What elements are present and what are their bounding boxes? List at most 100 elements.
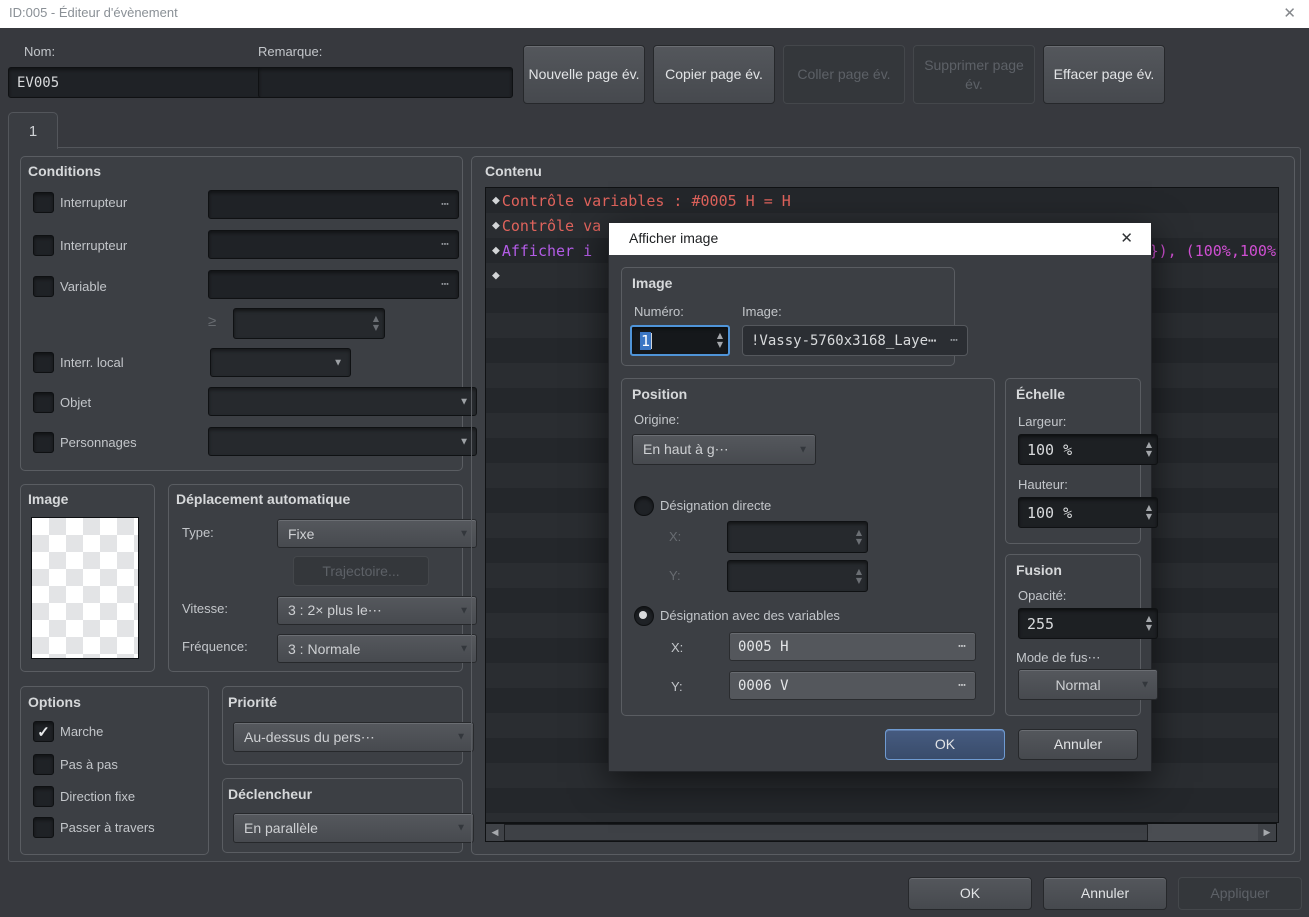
dropdown-icon: ▼: [798, 444, 808, 455]
dialog-close-icon[interactable]: ✕: [1120, 229, 1133, 247]
dialog-cancel-button[interactable]: Annuler: [1018, 729, 1138, 760]
option-stepping-checkbox[interactable]: [33, 754, 54, 775]
dialog-blend-title: Fusion: [1016, 562, 1062, 578]
options-title: Options: [28, 694, 81, 710]
priority-select[interactable]: Au-dessus du pers⋯▼: [233, 722, 474, 752]
name-input[interactable]: EV005: [8, 67, 263, 98]
scale-width-spinner[interactable]: 100 % ▲▼: [1018, 434, 1158, 465]
scale-height-spinner[interactable]: 100 % ▲▼: [1018, 497, 1158, 528]
opacity-spinner[interactable]: 255 ▲▼: [1018, 608, 1158, 639]
origin-select[interactable]: En haut à g⋯▼: [632, 434, 816, 465]
browse-dots-icon: ⋯: [958, 639, 967, 654]
item-select[interactable]: ▼: [208, 387, 477, 416]
actor-select[interactable]: ▼: [208, 427, 477, 456]
spin-up-icon[interactable]: ▲: [1146, 615, 1152, 623]
option-stepping-label: Pas à pas: [60, 757, 118, 772]
spin-down-icon[interactable]: ▼: [1146, 624, 1152, 632]
option-through-checkbox[interactable]: [33, 817, 54, 838]
scroll-left-icon[interactable]: ◀: [486, 824, 504, 841]
var-y-field[interactable]: 0006 V ⋯: [729, 671, 976, 700]
spin-down-icon[interactable]: ▼: [1146, 513, 1152, 521]
text-caret: [651, 333, 652, 349]
movement-type-select[interactable]: Fixe▼: [277, 519, 477, 548]
browse-dots-icon: ⋯: [950, 333, 959, 348]
browse-dots-icon: ⋯: [441, 197, 450, 212]
switch1-field[interactable]: ⋯: [208, 190, 459, 219]
actor-checkbox[interactable]: [33, 432, 54, 453]
browse-dots-icon: ⋯: [441, 237, 450, 252]
window-titlebar: ID:005 - Éditeur d'évènement ✕: [0, 0, 1309, 28]
var-x-label: X:: [671, 640, 683, 655]
note-input[interactable]: [258, 67, 513, 98]
diamond-icon: ◆: [492, 193, 500, 208]
conditions-title: Conditions: [28, 163, 101, 179]
trigger-select[interactable]: En parallèle▼: [233, 813, 474, 843]
cancel-button[interactable]: Annuler: [1043, 877, 1167, 910]
dropdown-icon: ▼: [456, 823, 466, 834]
direct-x-label: X:: [669, 529, 681, 544]
browse-dots-icon: ⋯: [958, 678, 967, 693]
origin-label: Origine:: [634, 412, 680, 427]
spin-up-icon[interactable]: ▲: [717, 332, 723, 340]
blend-mode-select[interactable]: Normal▼: [1018, 669, 1158, 700]
direct-designation-label: Désignation directe: [660, 498, 771, 513]
ok-button[interactable]: OK: [908, 877, 1032, 910]
window-close-icon[interactable]: ✕: [1283, 4, 1296, 22]
switch2-label: Interrupteur: [60, 238, 127, 253]
scrollbar-thumb[interactable]: [504, 824, 1148, 841]
scroll-right-icon[interactable]: ▶: [1258, 824, 1276, 841]
event-command-row[interactable]: ◆ Contrôle variables : #0005 H = H: [486, 188, 1278, 213]
scale-height-label: Hauteur:: [1018, 477, 1068, 492]
frequency-select[interactable]: 3 : Normale▼: [277, 634, 477, 663]
apply-button: Appliquer: [1178, 877, 1302, 910]
switch1-checkbox[interactable]: [33, 192, 54, 213]
spin-up-icon[interactable]: ▲: [373, 315, 379, 323]
dropdown-icon: ▼: [459, 643, 469, 654]
new-page-button[interactable]: Nouvelle page év.: [523, 45, 645, 104]
event-image-placeholder[interactable]: [31, 517, 139, 659]
copy-page-button[interactable]: Copier page év.: [653, 45, 775, 104]
image-group-title: Image: [28, 491, 68, 507]
variable-field[interactable]: ⋯: [208, 270, 459, 299]
clear-page-button[interactable]: Effacer page év.: [1043, 45, 1165, 104]
window-title: ID:005 - Éditeur d'évènement: [9, 5, 178, 20]
variable-designation-radio[interactable]: [634, 606, 654, 626]
item-label: Objet: [60, 395, 91, 410]
scale-width-label: Largeur:: [1018, 414, 1066, 429]
frequency-label: Fréquence:: [182, 639, 248, 654]
picture-file-button[interactable]: !Vassy-5760x3168_Laye⋯ ⋯: [742, 325, 968, 356]
spin-up-icon[interactable]: ▲: [1146, 441, 1152, 449]
spin-down-icon[interactable]: ▼: [1146, 450, 1152, 458]
direct-y-spinner: ▲▼: [727, 560, 868, 592]
opacity-label: Opacité:: [1018, 588, 1066, 603]
dropdown-icon: ▼: [459, 396, 469, 407]
switch2-checkbox[interactable]: [33, 235, 54, 256]
var-x-field[interactable]: 0005 H ⋯: [729, 632, 976, 661]
option-fixed-direction-checkbox[interactable]: [33, 786, 54, 807]
spin-up-icon: ▲: [856, 568, 862, 576]
tab-page-1[interactable]: 1: [8, 112, 58, 149]
content-hscrollbar[interactable]: ◀ ▶: [485, 823, 1277, 842]
item-checkbox[interactable]: [33, 392, 54, 413]
spin-up-icon[interactable]: ▲: [1146, 504, 1152, 512]
dialog-titlebar: Afficher image ✕: [609, 223, 1151, 255]
speed-select[interactable]: 3 : 2× plus le⋯▼: [277, 596, 477, 625]
self-switch-select[interactable]: ▼: [210, 348, 351, 377]
dropdown-icon: ▼: [459, 528, 469, 539]
command-text: Contrôle variables : #0005 H = H: [502, 192, 791, 210]
picture-number-spinner[interactable]: 1 ▲▼: [630, 325, 730, 356]
dialog-scale-group: Échelle Largeur: 100 % ▲▼ Hauteur: 100 %…: [1005, 378, 1141, 544]
option-walking-checkbox[interactable]: ✓: [33, 721, 54, 742]
switch2-field[interactable]: ⋯: [208, 230, 459, 259]
spin-down-icon[interactable]: ▼: [373, 324, 379, 332]
option-walking-label: Marche: [60, 724, 103, 739]
dialog-ok-button[interactable]: OK: [885, 729, 1005, 760]
spin-down-icon[interactable]: ▼: [717, 341, 723, 349]
dialog-position-group: Position Origine: En haut à g⋯▼ Désignat…: [621, 378, 995, 716]
self-switch-checkbox[interactable]: [33, 352, 54, 373]
show-picture-dialog: Afficher image ✕ Image Numéro: Image: 1 …: [608, 222, 1152, 772]
direct-designation-radio[interactable]: [634, 496, 654, 516]
switch1-label: Interrupteur: [60, 195, 127, 210]
variable-checkbox[interactable]: [33, 276, 54, 297]
option-through-label: Passer à travers: [60, 820, 155, 835]
